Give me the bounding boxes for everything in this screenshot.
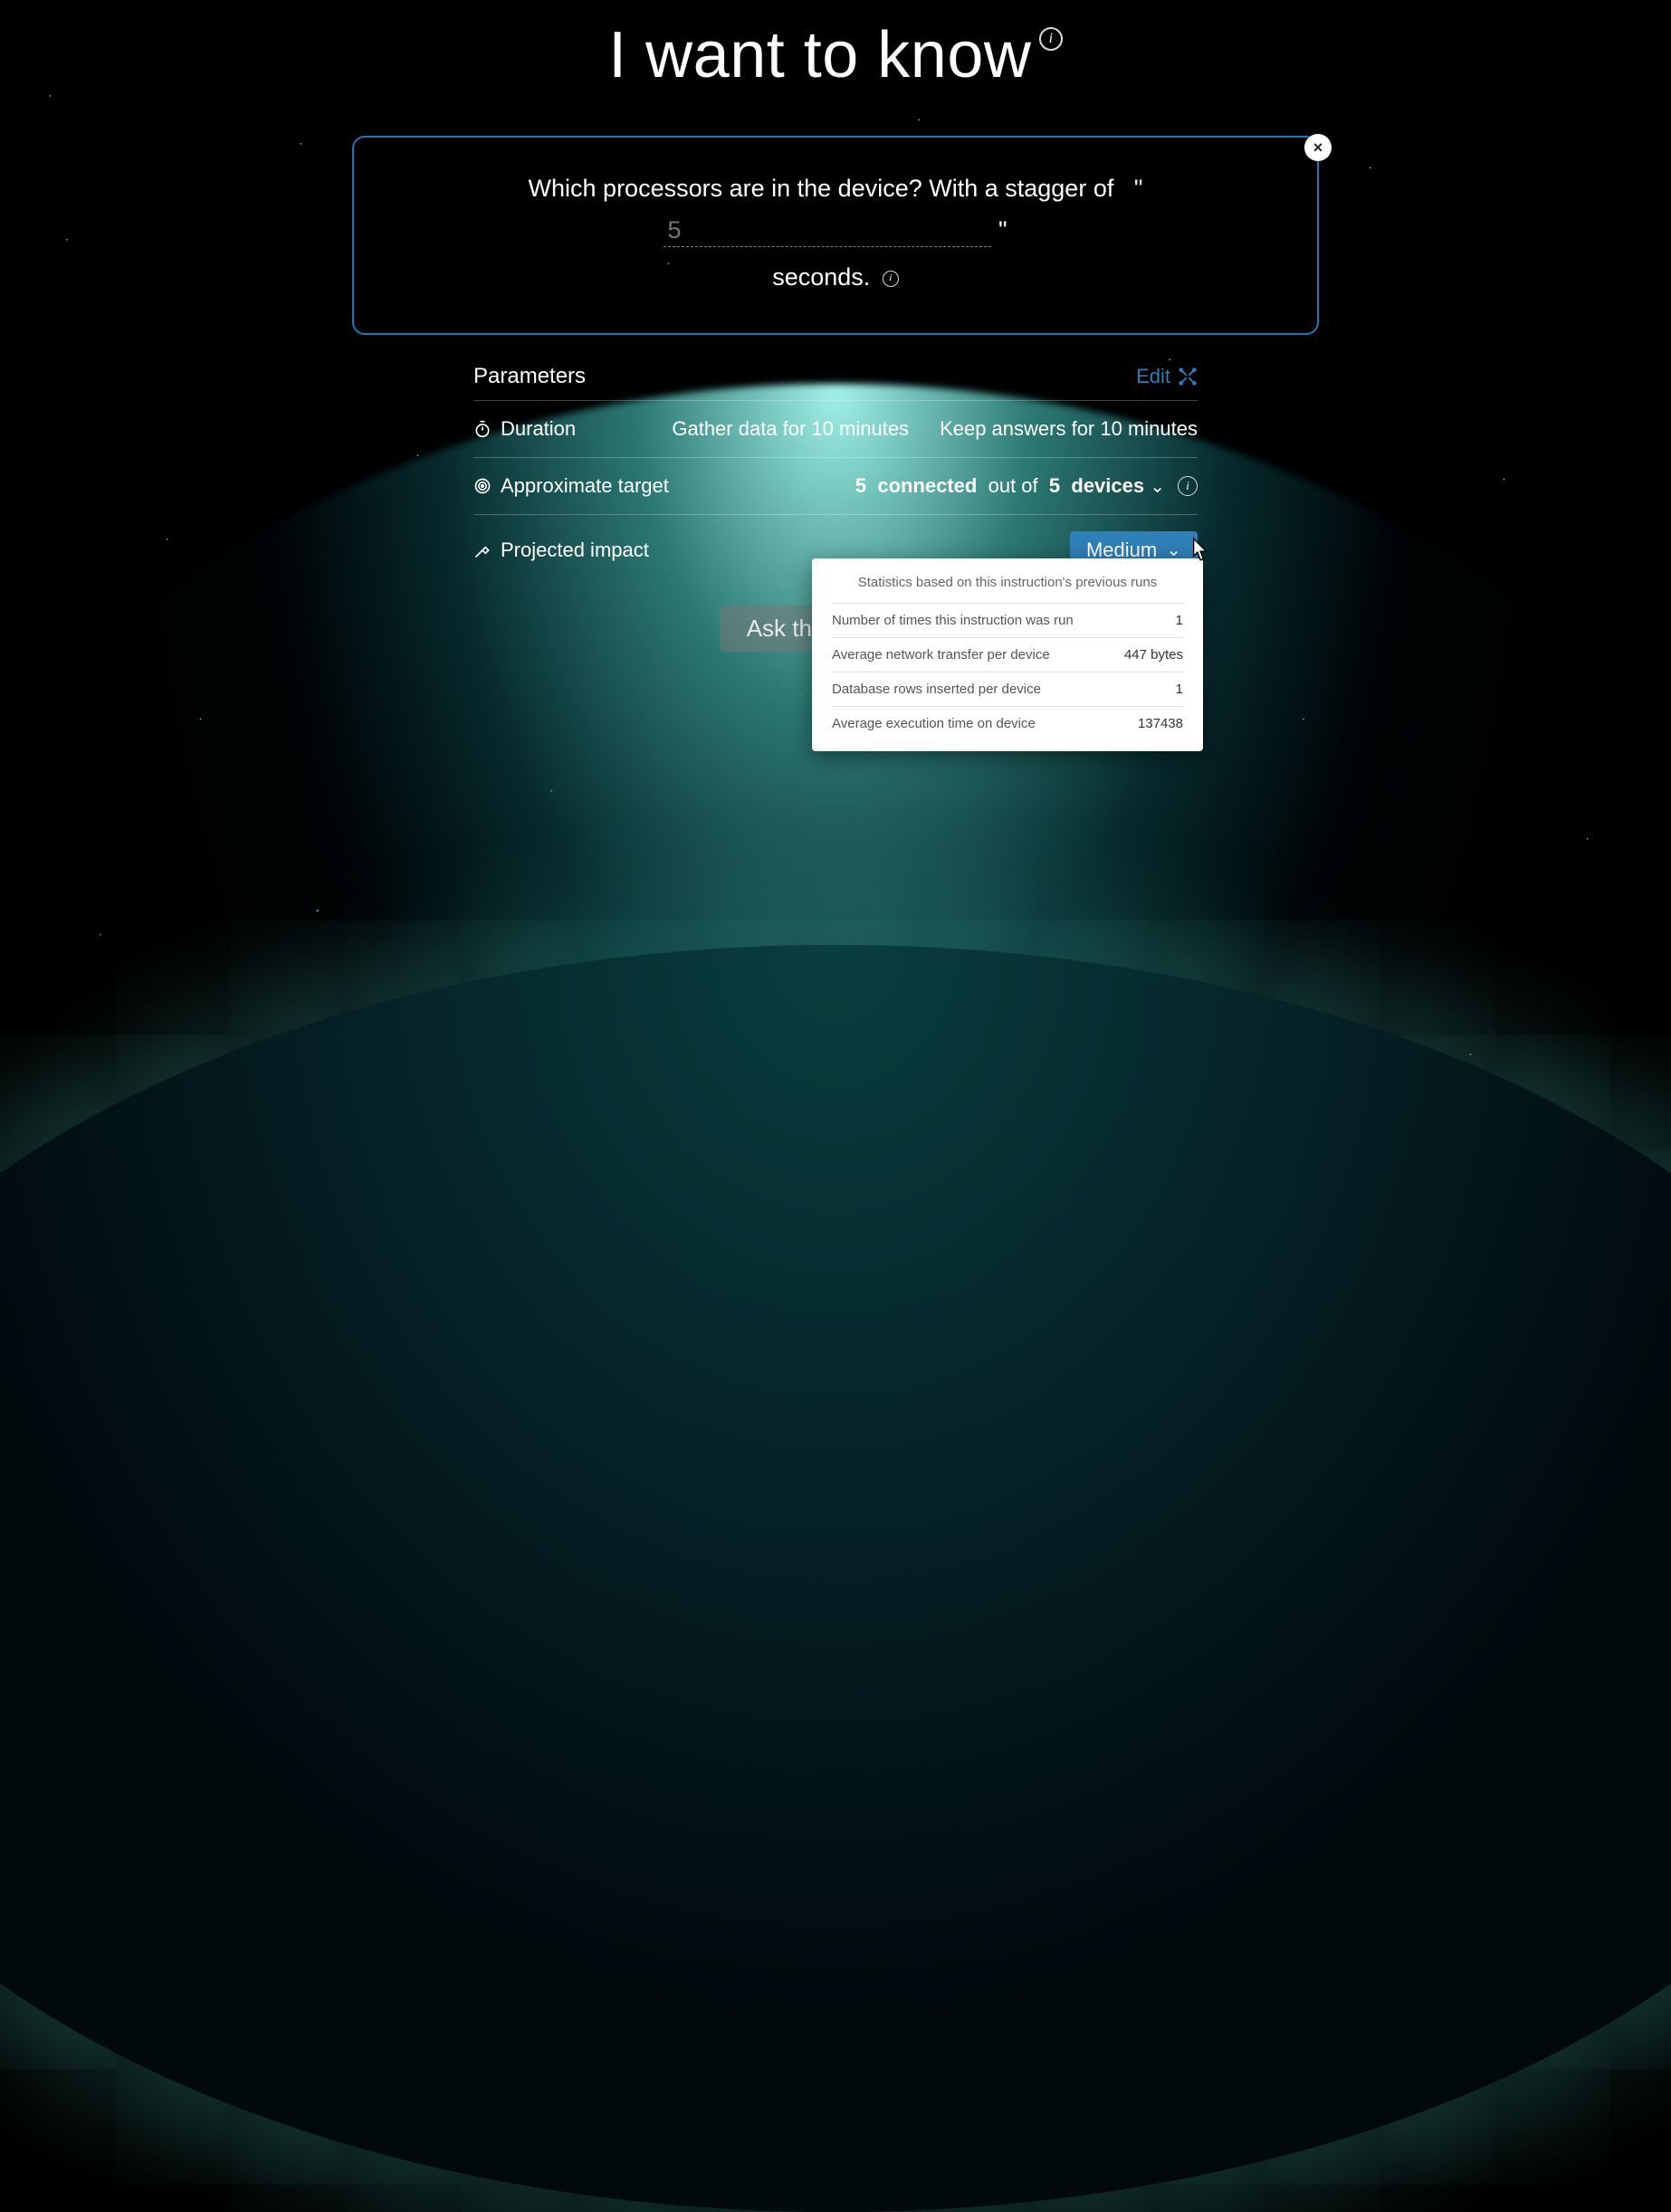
question-box: Which processors are in the device? With… [352,136,1319,335]
close-icon: × [1313,138,1323,157]
param-row-target: Approximate target 5 connected out of 5 … [473,457,1198,514]
param-label-duration: Duration [473,417,576,441]
title-row: I want to know i [253,18,1418,92]
page-content: I want to know i × Which processors are … [253,0,1418,652]
mouse-cursor-icon [1187,537,1210,564]
close-quote: " [998,216,1007,243]
popover-row-value: 447 bytes [1124,647,1183,663]
tools-icon [1178,367,1198,386]
question-suffix: seconds. [772,263,870,291]
question-line-2: seconds. i [390,257,1281,299]
popover-row: Average network transfer per device 447 … [832,637,1183,672]
title-info-icon[interactable]: i [1039,27,1063,51]
target-devices-word: devices [1071,474,1144,497]
duration-values: Gather data for 10 minutes Keep answers … [672,417,1198,441]
target-connected-count: 5 [855,474,866,497]
target-connected-word: connected [877,474,977,497]
page-title: I want to know [608,18,1031,92]
close-button[interactable]: × [1304,134,1332,161]
impact-stats-popover: Statistics based on this instruction's p… [812,558,1203,751]
parameters-panel: Parameters Edit Duration Gather data for… [473,358,1198,652]
popover-title: Statistics based on this instruction's p… [832,575,1183,603]
param-label-impact: Projected impact [473,539,649,562]
target-label-text: Approximate target [501,474,669,498]
popover-row: Average execution time on device 137438 [832,706,1183,740]
target-info-icon[interactable]: i [1178,476,1198,496]
popover-row-value: 1 [1176,682,1183,697]
question-box-wrapper: × Which processors are in the device? Wi… [253,136,1418,335]
duration-gather: Gather data for 10 minutes [672,417,909,441]
param-row-duration: Duration Gather data for 10 minutes Keep… [473,400,1198,457]
question-prefix: Which processors are in the device? With… [529,175,1114,202]
popover-row-label: Average network transfer per device [832,647,1050,663]
duration-label-text: Duration [501,417,576,441]
param-row-impact: Projected impact Medium ⌄ Statistics bas… [473,514,1198,586]
info-icon: i [1039,27,1063,51]
target-total-count: 5 [1049,474,1060,497]
popover-row-value: 1 [1176,613,1183,628]
target-out-of: out of [988,474,1038,497]
parameters-heading: Parameters [473,364,586,389]
open-quote: " [1134,175,1143,202]
popover-row-label: Number of times this instruction was run [832,613,1074,628]
edit-label: Edit [1136,365,1170,388]
stagger-input[interactable] [664,216,991,247]
popover-row: Number of times this instruction was run… [832,603,1183,637]
popover-row-label: Database rows inserted per device [832,682,1041,697]
popover-row-value: 137438 [1138,716,1183,731]
popover-row: Database rows inserted per device 1 [832,672,1183,706]
parameters-header: Parameters Edit [473,358,1198,400]
hammer-icon [473,541,492,559]
duration-keep: Keep answers for 10 minutes [940,417,1198,441]
edit-parameters-link[interactable]: Edit [1136,365,1198,388]
stopwatch-icon [473,420,492,438]
chevron-down-icon: ⌄ [1150,477,1165,497]
param-label-target: Approximate target [473,474,669,498]
target-summary[interactable]: 5 connected out of 5 devices ⌄ [855,474,1165,498]
question-line-1: Which processors are in the device? With… [390,168,1281,252]
popover-row-label: Average execution time on device [832,716,1036,731]
impact-label-text: Projected impact [501,539,649,562]
target-value-group: 5 connected out of 5 devices ⌄ i [855,474,1198,498]
target-icon [473,477,492,495]
stagger-info-icon[interactable]: i [883,271,899,287]
background-planet-surface [0,945,1671,2212]
